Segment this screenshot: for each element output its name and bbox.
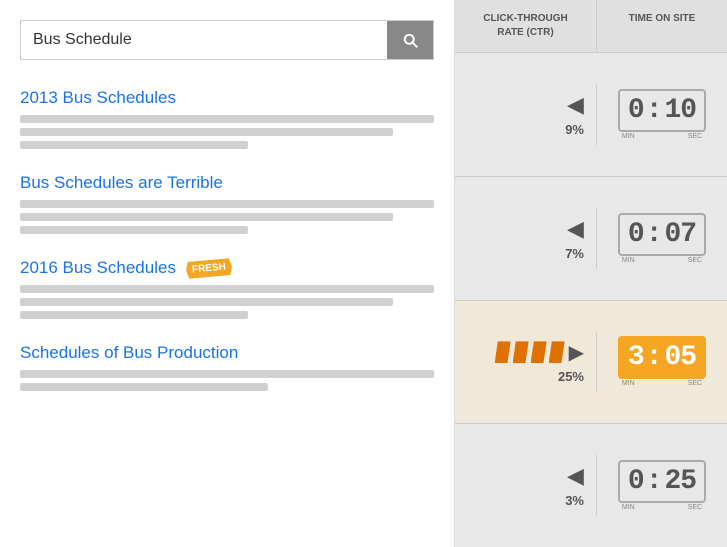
timer-sec-1: 10 xyxy=(665,95,697,126)
timer-labels-3: MIN SEC xyxy=(618,380,706,387)
metrics-row-1: ▶ 9% 0 : 10 MIN SEC xyxy=(455,53,727,177)
timer-wrapper-2: 0 : 07 MIN SEC xyxy=(618,213,706,264)
ctr-percent-3: 25% xyxy=(558,369,584,384)
sec-label-2: SEC xyxy=(688,257,702,264)
result-line xyxy=(20,200,434,208)
ctr-cell-3: ▶ 25% xyxy=(455,332,597,392)
result-item-1: 2013 Bus Schedules xyxy=(20,88,434,149)
result-item-3: 2016 Bus Schedules FRESH xyxy=(20,258,434,319)
timer-labels-1: MIN SEC xyxy=(618,133,706,140)
ctr-percent-4: 3% xyxy=(565,493,584,508)
timer-labels-2: MIN SEC xyxy=(618,257,706,264)
bar-segment-3 xyxy=(531,341,547,363)
result-item-4: Schedules of Bus Production xyxy=(20,343,434,391)
fresh-badge: FRESH xyxy=(186,258,233,279)
timer-colon-4: : xyxy=(646,466,663,497)
result-lines-4 xyxy=(20,370,434,391)
result-line xyxy=(20,383,268,391)
result-title-4[interactable]: Schedules of Bus Production xyxy=(20,343,434,363)
timer-labels-4: MIN SEC xyxy=(618,504,706,511)
ctr-cell-4: ▶ 3% xyxy=(455,455,597,516)
min-label-4: MIN xyxy=(622,504,635,511)
min-label-3: MIN xyxy=(622,380,635,387)
tos-cell-3: 3 : 05 MIN SEC xyxy=(597,328,727,395)
metrics-header: CLICK-THROUGHRATE (CTR) TIME ON SITE xyxy=(455,0,727,53)
result-lines-1 xyxy=(20,115,434,149)
sec-label-1: SEC xyxy=(688,133,702,140)
timer-sec-4: 25 xyxy=(665,466,697,497)
bar-segment-4 xyxy=(549,341,565,363)
result-title-row-3: 2016 Bus Schedules FRESH xyxy=(20,258,434,278)
tos-header: TIME ON SITE xyxy=(597,0,727,52)
metrics-row-2: ▶ 7% 0 : 07 MIN SEC xyxy=(455,177,727,301)
ctr-header: CLICK-THROUGHRATE (CTR) xyxy=(455,0,597,52)
bar-container: ▶ xyxy=(495,340,584,365)
result-line xyxy=(20,370,434,378)
cursor-icon-3: ▶ xyxy=(569,340,584,365)
search-icon xyxy=(401,31,419,49)
tos-cell-2: 0 : 07 MIN SEC xyxy=(597,205,727,272)
ctr-cell-1: ▶ 9% xyxy=(455,84,597,145)
result-line xyxy=(20,141,248,149)
metrics-row-3: ▶ 25% 3 : 05 MIN SEC xyxy=(455,301,727,425)
result-line xyxy=(20,226,248,234)
result-line xyxy=(20,298,393,306)
ctr-cell-2: ▶ 7% xyxy=(455,208,597,269)
timer-sec-2: 07 xyxy=(665,219,697,250)
metrics-rows: ▶ 9% 0 : 10 MIN SEC xyxy=(455,53,727,547)
timer-min-2: 0 xyxy=(628,219,644,250)
cursor-icon-4: ▶ xyxy=(567,463,584,489)
result-line xyxy=(20,115,434,123)
sec-label-3: SEC xyxy=(688,380,702,387)
search-button[interactable] xyxy=(387,21,433,59)
result-item-2: Bus Schedules are Terrible xyxy=(20,173,434,234)
min-label-1: MIN xyxy=(622,133,635,140)
timer-colon-3: : xyxy=(646,342,663,373)
result-lines-3 xyxy=(20,285,434,319)
search-bar xyxy=(20,20,434,60)
timer-min-3: 3 xyxy=(628,342,644,373)
timer-min-1: 0 xyxy=(628,95,644,126)
search-input[interactable] xyxy=(21,21,387,59)
timer-display-4: 0 : 25 xyxy=(618,460,706,503)
tos-cell-1: 0 : 10 MIN SEC xyxy=(597,81,727,148)
ctr-percent-2: 7% xyxy=(565,246,584,261)
timer-display-2: 0 : 07 xyxy=(618,213,706,256)
result-title-1[interactable]: 2013 Bus Schedules xyxy=(20,88,434,108)
result-line xyxy=(20,213,393,221)
metrics-row-4: ▶ 3% 0 : 25 MIN SEC xyxy=(455,424,727,547)
min-label-2: MIN xyxy=(622,257,635,264)
timer-colon-2: : xyxy=(646,219,663,250)
cursor-icon-1: ▶ xyxy=(567,92,584,118)
timer-min-4: 0 xyxy=(628,466,644,497)
timer-wrapper-3: 3 : 05 MIN SEC xyxy=(618,336,706,387)
result-line xyxy=(20,311,248,319)
ctr-percent-1: 9% xyxy=(565,122,584,137)
result-line xyxy=(20,285,434,293)
cursor-icon-2: ▶ xyxy=(567,216,584,242)
timer-colon-1: : xyxy=(646,95,663,126)
result-line xyxy=(20,128,393,136)
result-title-3[interactable]: 2016 Bus Schedules xyxy=(20,258,176,277)
timer-wrapper-4: 0 : 25 MIN SEC xyxy=(618,460,706,511)
bar-segment-2 xyxy=(513,341,529,363)
bar-segment-1 xyxy=(495,341,511,363)
search-results-panel: 2013 Bus Schedules Bus Schedules are Ter… xyxy=(0,0,455,547)
sec-label-4: SEC xyxy=(688,504,702,511)
result-lines-2 xyxy=(20,200,434,234)
timer-sec-3: 05 xyxy=(665,342,697,373)
result-title-2[interactable]: Bus Schedules are Terrible xyxy=(20,173,434,193)
timer-display-3: 3 : 05 xyxy=(618,336,706,379)
timer-wrapper-1: 0 : 10 MIN SEC xyxy=(618,89,706,140)
timer-display-1: 0 : 10 xyxy=(618,89,706,132)
metrics-panel: CLICK-THROUGHRATE (CTR) TIME ON SITE ▶ 9… xyxy=(455,0,727,547)
tos-cell-4: 0 : 25 MIN SEC xyxy=(597,452,727,519)
